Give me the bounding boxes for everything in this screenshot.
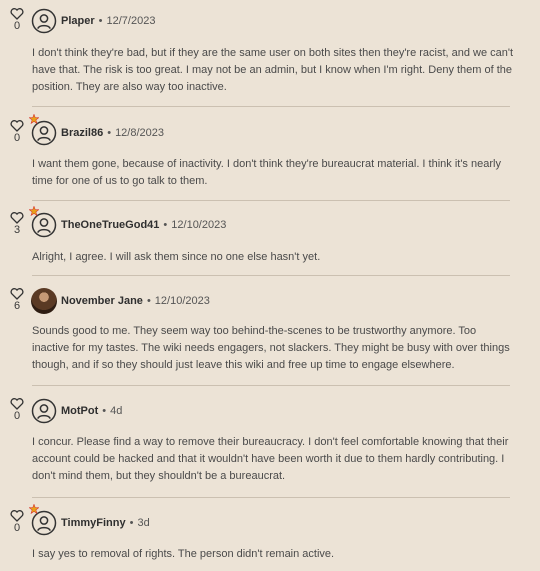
username-link[interactable]: Plaper <box>61 15 95 27</box>
divider <box>32 106 510 107</box>
username-link[interactable]: MotPot <box>61 405 98 417</box>
avatar[interactable] <box>31 398 57 424</box>
comment-text: I don't think they're bad, but if they a… <box>32 47 514 93</box>
heart-icon[interactable] <box>10 510 24 522</box>
heart-icon[interactable] <box>10 8 24 20</box>
username-link[interactable]: November Jane <box>61 295 143 307</box>
avatar[interactable] <box>29 504 57 536</box>
avatar[interactable] <box>31 288 57 314</box>
moderator-star-icon <box>29 114 39 124</box>
timestamp: 3d <box>137 517 150 529</box>
like-count: 6 <box>13 300 21 312</box>
like-button[interactable]: 0 <box>10 8 24 32</box>
timestamp: 4d <box>110 405 123 417</box>
heart-icon[interactable] <box>10 212 24 224</box>
separator-dot: • <box>163 219 168 231</box>
comment-item: 0 Plaper • 12/7/2023 I don't think they're… <box>0 8 540 108</box>
comment-item: 3 TheOneTrueGod41 • 12/10/2023 Alright, I … <box>0 206 540 264</box>
username-link[interactable]: TimmyFinny <box>61 517 126 529</box>
avatar[interactable] <box>31 8 57 34</box>
like-button[interactable]: 6 <box>10 288 24 312</box>
comment-item: 6 November Jane • 12/10/2023 Sounds good t… <box>0 288 540 378</box>
like-button[interactable]: 0 <box>10 510 24 534</box>
heart-icon[interactable] <box>10 120 24 132</box>
comment-item: 0 TimmyFinny • 3d I say yes to removal of … <box>0 504 540 565</box>
divider <box>32 497 510 498</box>
divider <box>32 385 510 386</box>
comment-text: I say yes to removal of rights. The pers… <box>32 548 335 560</box>
heart-icon[interactable] <box>10 288 24 300</box>
default-avatar-icon <box>31 398 57 424</box>
comment-text: Alright, I agree. I will ask them since … <box>32 251 321 263</box>
like-count: 0 <box>13 132 21 144</box>
comment-header: November Jane • 12/10/2023 <box>61 294 210 308</box>
like-count: 0 <box>13 522 21 534</box>
timestamp: 12/7/2023 <box>106 15 156 27</box>
separator-dot: • <box>98 15 103 27</box>
comment-header: TheOneTrueGod41 • 12/10/2023 <box>61 218 226 232</box>
separator-dot: • <box>102 405 107 417</box>
timestamp: 12/8/2023 <box>115 127 164 139</box>
comment-header: Plaper • 12/7/2023 <box>61 14 155 28</box>
like-count: 0 <box>13 410 21 422</box>
comment-text: Sounds good to me. They seem way too beh… <box>32 325 510 371</box>
comment-header: MotPot • 4d <box>61 404 122 418</box>
comment-header: TimmyFinny • 3d <box>61 516 150 530</box>
timestamp: 12/10/2023 <box>171 219 227 231</box>
like-button[interactable]: 0 <box>10 120 24 144</box>
moderator-star-icon <box>29 206 39 216</box>
username-link[interactable]: TheOneTrueGod41 <box>61 219 159 231</box>
like-count: 3 <box>13 224 21 236</box>
moderator-star-icon <box>29 504 39 514</box>
comment-text: I concur. Please find a way to remove th… <box>32 436 509 482</box>
like-button[interactable]: 3 <box>10 212 24 236</box>
photo-avatar <box>31 288 57 314</box>
like-button[interactable]: 0 <box>10 398 24 422</box>
like-count: 0 <box>13 20 21 32</box>
comment-text: I want them gone, because of inactivity.… <box>32 158 501 187</box>
comment-item: 0 MotPot • 4d I concur. Please find a way … <box>0 398 540 493</box>
default-avatar-icon <box>31 8 57 34</box>
divider <box>32 200 510 201</box>
avatar[interactable] <box>29 206 57 238</box>
separator-dot: • <box>107 127 112 139</box>
separator-dot: • <box>146 295 151 307</box>
comment-item: 0 Brazil86 • 12/8/2023 I want them gone, b… <box>0 114 540 190</box>
username-link[interactable]: Brazil86 <box>61 127 103 139</box>
separator-dot: • <box>129 517 134 529</box>
timestamp: 12/10/2023 <box>154 295 210 307</box>
divider <box>32 275 510 276</box>
comment-header: Brazil86 • 12/8/2023 <box>61 126 164 140</box>
heart-icon[interactable] <box>10 398 24 410</box>
avatar[interactable] <box>29 114 57 146</box>
